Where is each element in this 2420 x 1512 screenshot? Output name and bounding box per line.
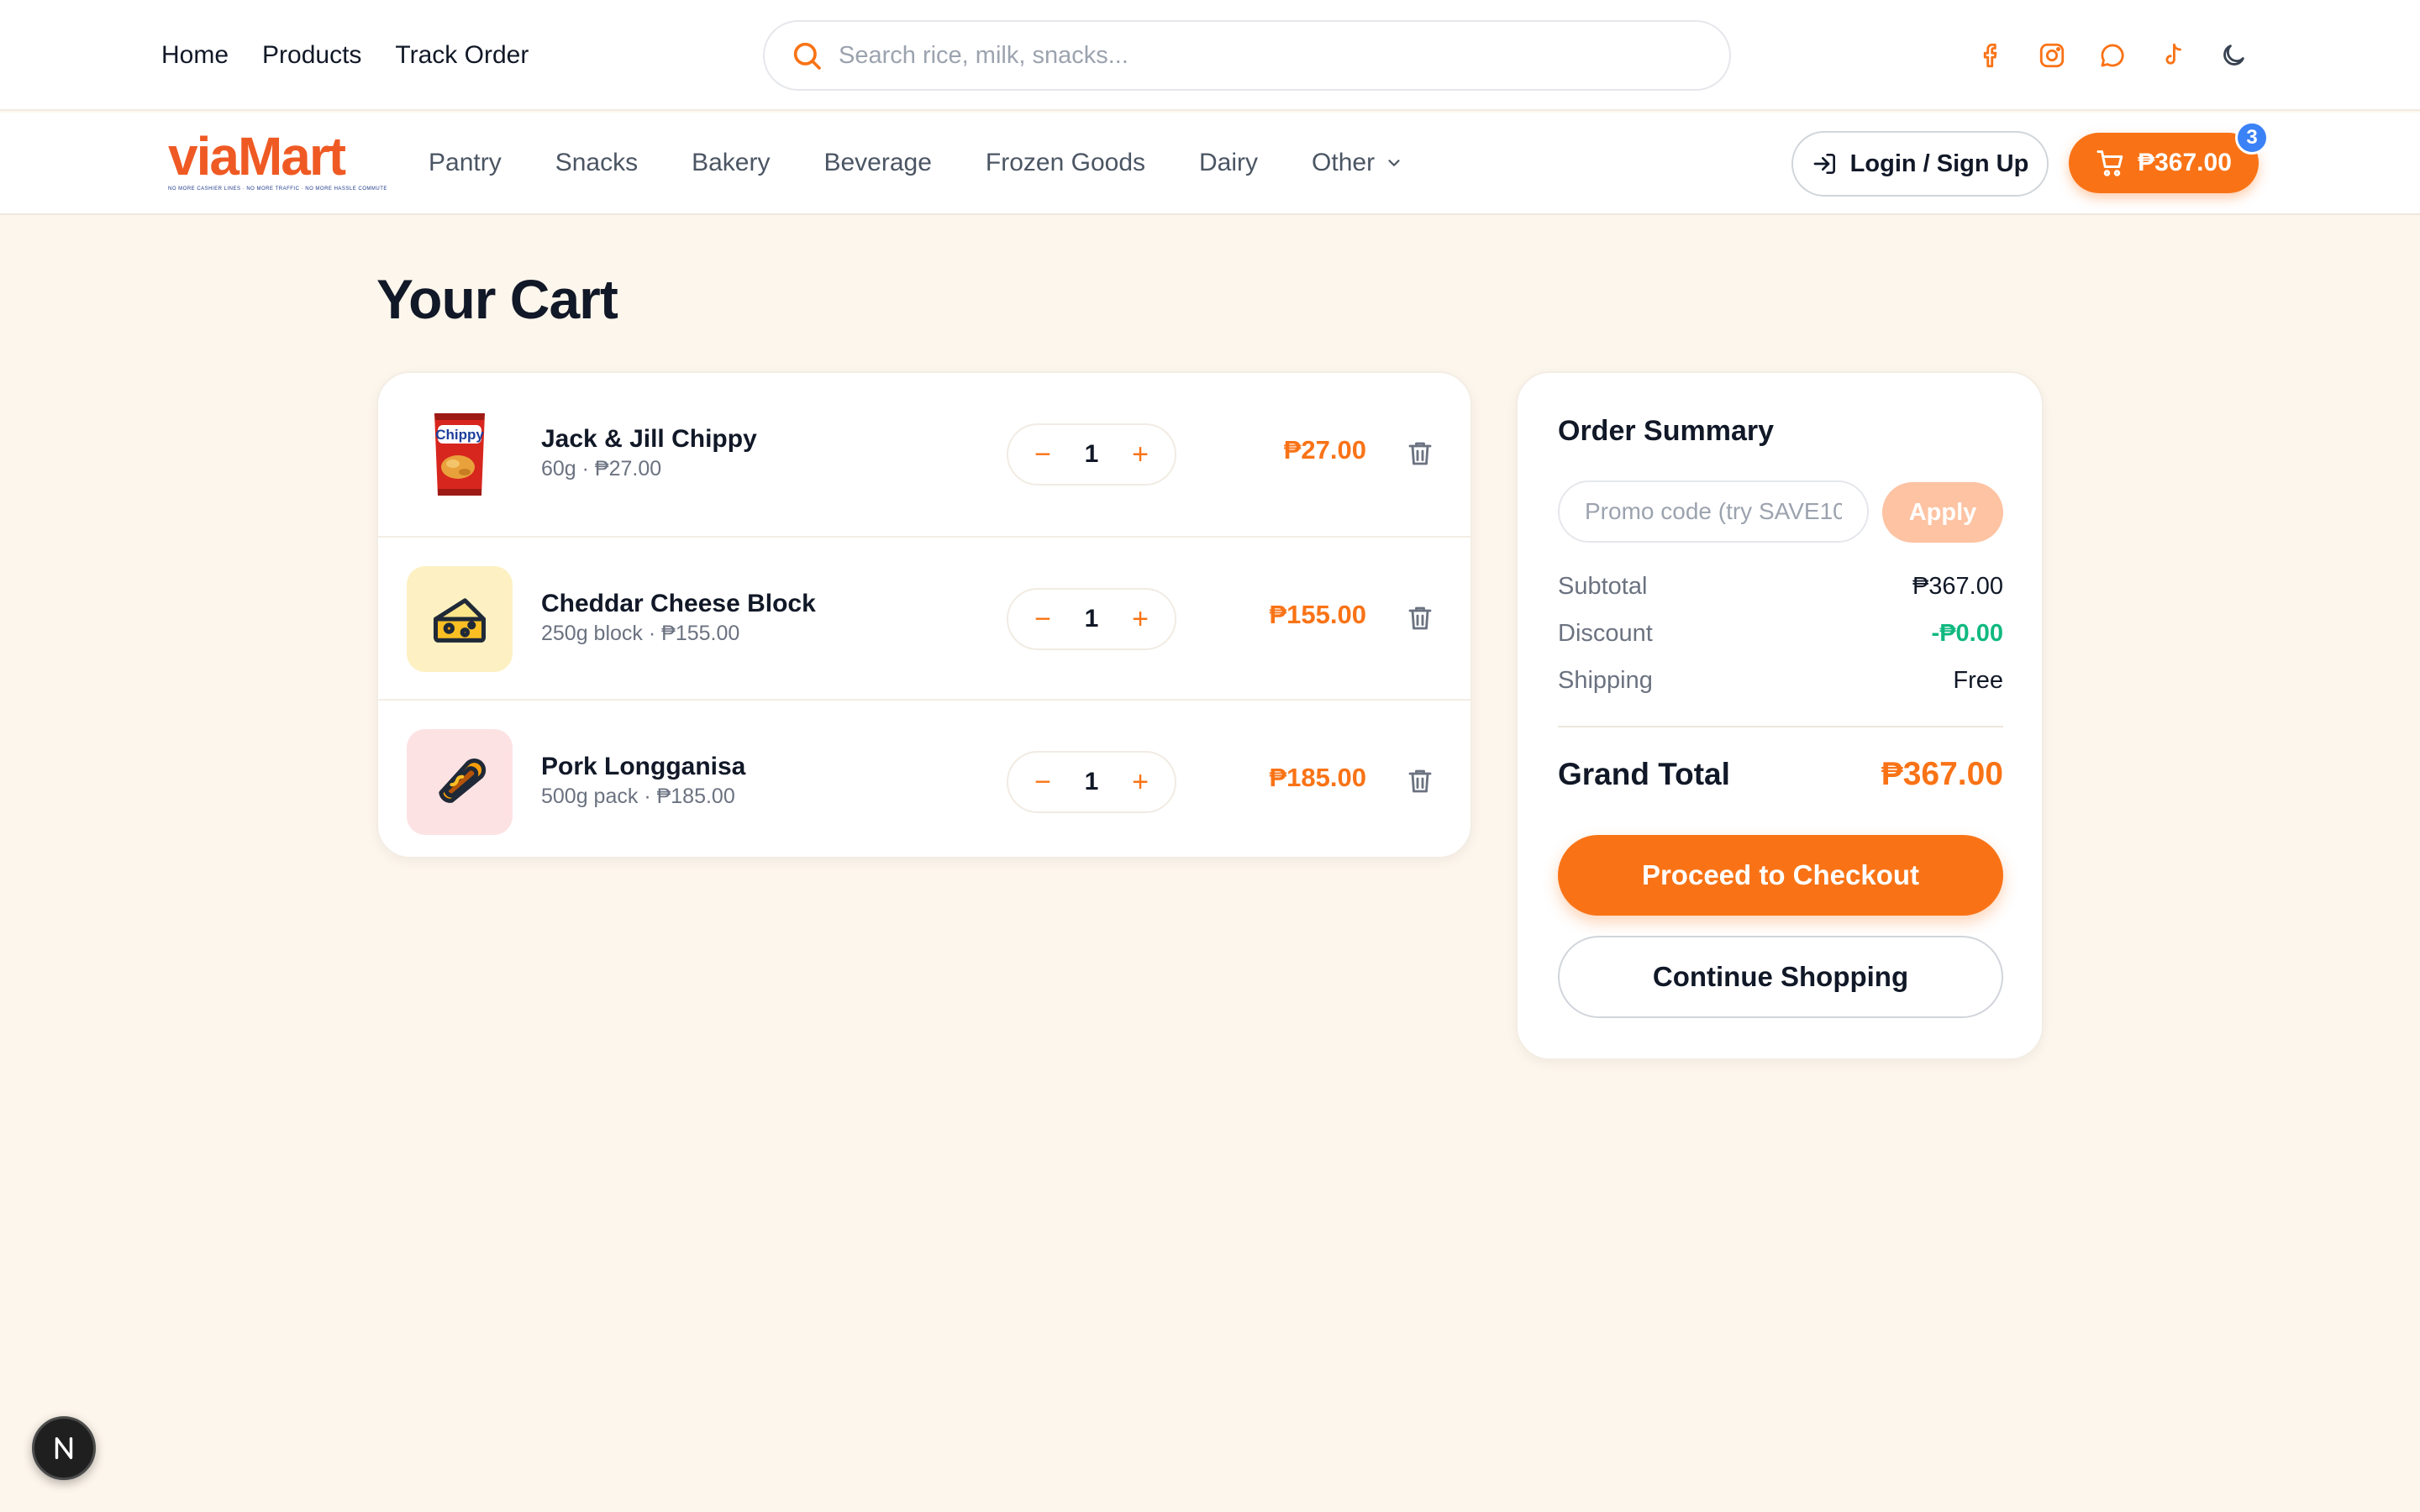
cart-item: Pork Longganisa 500g pack · ₱185.00 − 1 … xyxy=(378,699,1470,857)
viamart-logo[interactable]: viaMart NO MORE CASHIER LINES · NO MORE … xyxy=(168,126,387,200)
continue-shopping-button[interactable]: Continue Shopping xyxy=(1558,936,2003,1018)
product-thumbnail: Chippy xyxy=(407,402,513,507)
home-link[interactable]: Home xyxy=(161,37,229,74)
category-other-dropdown[interactable]: Other xyxy=(1312,144,1403,181)
social-links xyxy=(1973,37,2252,74)
product-thumbnail xyxy=(407,566,513,672)
promo-code-input[interactable] xyxy=(1558,480,1869,543)
shipping-label: Shipping xyxy=(1558,667,1653,694)
category-dairy[interactable]: Dairy xyxy=(1199,144,1258,181)
quantity-stepper: − 1 + xyxy=(1007,588,1176,650)
login-icon xyxy=(1812,150,1839,177)
category-beverage[interactable]: Beverage xyxy=(823,144,931,181)
cart-item: Chippy Jack & Jill Chippy 60g · ₱27.00 −… xyxy=(378,373,1470,536)
quantity-stepper: − 1 + xyxy=(1007,423,1176,486)
track-order-link[interactable]: Track Order xyxy=(395,37,529,74)
top-bar: Home Products Track Order xyxy=(0,0,2420,111)
product-detail: 60g · ₱27.00 xyxy=(541,457,662,480)
quantity-value: 1 xyxy=(1084,768,1099,795)
chevron-down-icon xyxy=(1385,154,1403,172)
search-icon xyxy=(790,39,823,72)
product-name: Cheddar Cheese Block xyxy=(541,590,816,617)
quantity-stepper: − 1 + xyxy=(1007,751,1176,813)
item-price: ₱155.00 xyxy=(1269,600,1367,629)
product-name: Pork Longganisa xyxy=(541,753,746,780)
cart-total: ₱367.00 xyxy=(2138,149,2232,176)
cart-icon xyxy=(2096,148,2126,178)
increase-quantity-button[interactable]: + xyxy=(1128,768,1153,796)
item-price: ₱27.00 xyxy=(1283,435,1366,465)
product-detail: 500g pack · ₱185.00 xyxy=(541,785,735,808)
logo-text: viaMart xyxy=(168,126,346,186)
subtotal-row: Subtotal ₱367.00 xyxy=(1558,573,2003,601)
instagram-icon[interactable] xyxy=(2033,37,2070,74)
chat-icon[interactable] xyxy=(2094,37,2131,74)
discount-row: Discount -₱0.00 xyxy=(1558,620,2003,648)
login-label: Login / Sign Up xyxy=(1849,150,2029,177)
products-link[interactable]: Products xyxy=(262,37,361,74)
category-snacks[interactable]: Snacks xyxy=(555,144,638,181)
shipping-value: Free xyxy=(1953,667,2003,694)
cart-item: Cheddar Cheese Block 250g block · ₱155.0… xyxy=(378,536,1470,699)
subtotal-value: ₱367.00 xyxy=(1912,573,2003,600)
category-pantry[interactable]: Pantry xyxy=(429,144,502,181)
n-logo-icon xyxy=(50,1434,78,1462)
top-links: Home Products Track Order xyxy=(161,37,529,74)
page-title: Your Cart xyxy=(376,268,618,330)
subtotal-label: Subtotal xyxy=(1558,573,1648,600)
grand-total-label: Grand Total xyxy=(1558,757,1730,791)
trash-icon[interactable] xyxy=(1405,438,1435,469)
category-nav: Pantry Snacks Bakery Beverage Frozen Goo… xyxy=(429,144,1457,181)
shipping-row: Shipping Free xyxy=(1558,667,2003,695)
login-signup-button[interactable]: Login / Sign Up xyxy=(1791,131,2049,197)
apply-promo-button[interactable]: Apply xyxy=(1882,482,2003,543)
category-other-label: Other xyxy=(1312,149,1376,176)
discount-label: Discount xyxy=(1558,620,1653,647)
grand-total-value: ₱367.00 xyxy=(1881,756,2003,792)
facebook-icon[interactable] xyxy=(1973,37,2010,74)
quantity-value: 1 xyxy=(1084,605,1099,633)
proceed-to-checkout-button[interactable]: Proceed to Checkout xyxy=(1558,835,2003,916)
decrease-quantity-button[interactable]: − xyxy=(1030,605,1055,633)
order-summary: Order Summary Apply Subtotal ₱367.00 Dis… xyxy=(1516,371,2044,1060)
grand-total-row: Grand Total ₱367.00 xyxy=(1558,756,2003,793)
quantity-value: 1 xyxy=(1084,440,1099,468)
logo-tagline: NO MORE CASHIER LINES · NO MORE TRAFFIC … xyxy=(168,186,387,192)
tiktok-icon[interactable] xyxy=(2154,37,2191,74)
summary-divider xyxy=(1558,726,2003,727)
cheese-icon xyxy=(428,587,492,651)
svg-text:Chippy: Chippy xyxy=(435,427,484,443)
decrease-quantity-button[interactable]: − xyxy=(1030,768,1055,796)
cart-count-badge: 3 xyxy=(2235,121,2269,155)
decrease-quantity-button[interactable]: − xyxy=(1030,440,1055,469)
sausage-icon xyxy=(428,750,492,814)
trash-icon[interactable] xyxy=(1405,766,1435,796)
search-input[interactable] xyxy=(839,41,1679,70)
increase-quantity-button[interactable]: + xyxy=(1128,440,1153,469)
chips-bag-icon: Chippy xyxy=(426,408,493,501)
trash-icon[interactable] xyxy=(1405,603,1435,633)
cart-button[interactable]: ₱367.00 xyxy=(2069,133,2259,193)
increase-quantity-button[interactable]: + xyxy=(1128,605,1153,633)
main-nav: viaMart NO MORE CASHIER LINES · NO MORE … xyxy=(0,113,2420,215)
dev-tools-button[interactable] xyxy=(32,1416,96,1480)
category-frozen-goods[interactable]: Frozen Goods xyxy=(986,144,1145,181)
item-price: ₱185.00 xyxy=(1269,763,1367,792)
category-bakery[interactable]: Bakery xyxy=(692,144,770,181)
product-name: Jack & Jill Chippy xyxy=(541,425,757,453)
cart-items-list: Chippy Jack & Jill Chippy 60g · ₱27.00 −… xyxy=(376,371,1472,858)
product-thumbnail xyxy=(407,729,513,835)
moon-icon[interactable] xyxy=(2215,37,2252,74)
search-bar xyxy=(763,20,1731,91)
product-detail: 250g block · ₱155.00 xyxy=(541,622,740,645)
order-summary-title: Order Summary xyxy=(1558,415,1774,447)
discount-value: -₱0.00 xyxy=(1931,620,2003,647)
